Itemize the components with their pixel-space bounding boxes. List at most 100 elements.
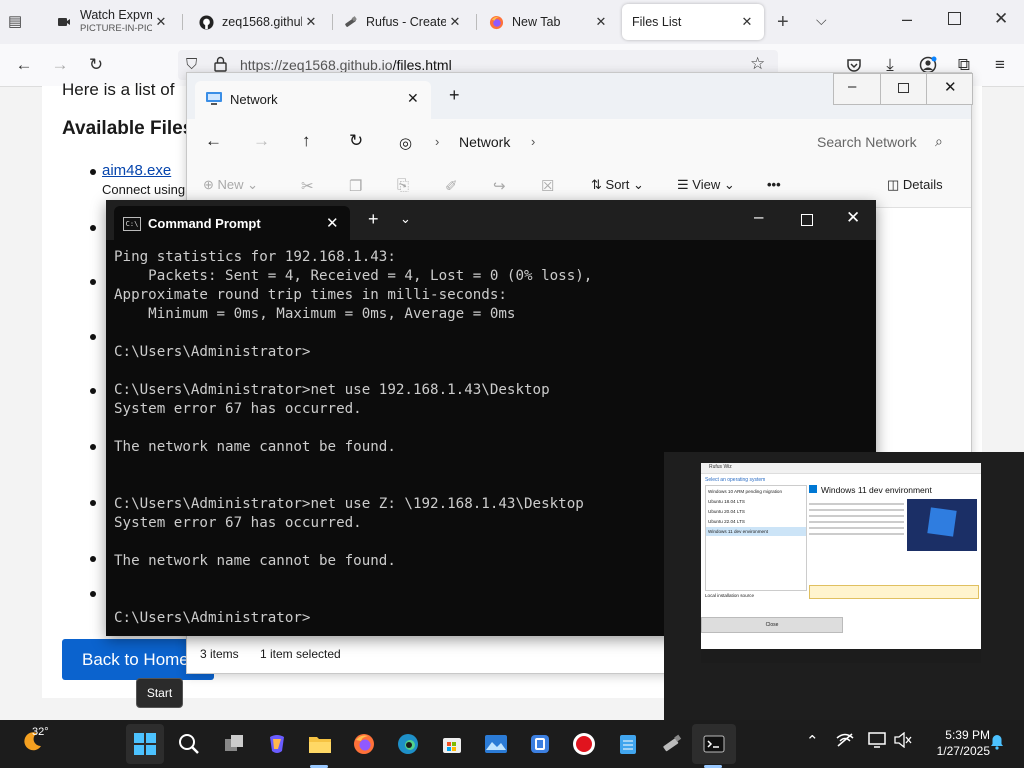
file-link-aim48[interactable]: aim48.exe <box>102 162 171 179</box>
back-arrow-icon[interactable]: ← <box>205 131 222 151</box>
windows-11-logo <box>927 507 957 537</box>
pip-os-list: Windows 10 ARM pending migration Ubuntu … <box>705 485 807 591</box>
close-window-icon[interactable]: ✕ <box>846 208 860 228</box>
close-tab-icon[interactable]: ✕ <box>326 214 339 232</box>
photos-icon[interactable] <box>482 730 510 758</box>
tab-title: New Tab <box>512 15 561 29</box>
search-input[interactable]: Search Network <box>817 134 917 150</box>
search-icon[interactable] <box>175 730 203 758</box>
tab-watch-video[interactable]: Watch Expvm3's PICTURE-IN-PICTURE ✕ <box>48 4 178 40</box>
close-tab-icon[interactable]: ✕ <box>152 14 170 30</box>
pip-video-frame: Rufus Wiz Select an operating system Win… <box>701 463 981 663</box>
back-arrow-icon[interactable]: ← <box>12 53 36 77</box>
delete-icon[interactable]: ☒ <box>541 177 554 195</box>
display-icon[interactable] <box>868 732 886 752</box>
terminal-output[interactable]: Ping statistics for 192.168.1.43: Packet… <box>114 248 592 628</box>
close-tab-icon[interactable]: ✕ <box>592 14 610 30</box>
bitwarden-icon[interactable] <box>526 730 554 758</box>
start-tooltip: Start <box>136 678 183 708</box>
maximize-icon[interactable] <box>801 214 813 226</box>
up-arrow-icon[interactable]: ↑ <box>302 131 311 151</box>
details-button[interactable]: ◫ Details <box>887 177 943 193</box>
clock-date: 1/27/2025 <box>936 744 990 758</box>
screen-recorder-icon[interactable] <box>570 730 598 758</box>
close-icon[interactable]: ✕ <box>944 78 957 96</box>
sort-label: Sort <box>605 177 630 192</box>
address-bar[interactable]: ◎ › Network › <box>389 127 777 157</box>
chevron-down-icon[interactable]: ⌄ <box>400 211 411 227</box>
browser-tab-bar: ▤ Watch Expvm3's PICTURE-IN-PICTURE ✕ ze… <box>0 0 1024 44</box>
chevron-right-icon: › <box>435 134 440 149</box>
edge-icon[interactable] <box>394 730 422 758</box>
copilot-icon[interactable] <box>263 730 291 758</box>
refresh-icon[interactable]: ↻ <box>349 131 363 151</box>
task-view-icon[interactable] <box>220 730 248 758</box>
start-button[interactable] <box>131 730 159 758</box>
maximize-icon[interactable] <box>898 83 909 93</box>
tab-title: Watch Expvm3's <box>80 9 152 22</box>
divider <box>926 74 927 104</box>
notification-bell-icon[interactable] <box>990 734 1004 754</box>
terminal-icon[interactable] <box>700 730 728 758</box>
network-disconnected-icon[interactable] <box>836 732 854 752</box>
menu-icon[interactable]: ≡ <box>988 53 1012 77</box>
new-button[interactable]: ⊕ New ⌄ <box>203 177 258 193</box>
tab-rufus[interactable]: Rufus - Create b ✕ <box>334 4 472 40</box>
window-controls: – ✕ <box>833 73 973 105</box>
volume-muted-icon[interactable] <box>894 731 912 752</box>
show-hidden-icons-chevron[interactable]: ⌃ <box>806 732 819 750</box>
file-link[interactable]: aim48.exe <box>102 162 171 179</box>
sort-button[interactable]: ⇅ Sort ⌄ <box>591 177 644 193</box>
firefox-icon[interactable] <box>350 730 378 758</box>
breadcrumb-network[interactable]: Network <box>459 134 510 150</box>
new-tab-button[interactable]: + <box>777 11 789 34</box>
explorer-tab-bar: Network ✕ + – ✕ <box>187 73 973 119</box>
video-icon <box>56 14 72 30</box>
new-tab-button[interactable]: + <box>368 209 379 230</box>
search-box[interactable]: Search Network ⌕ <box>803 127 963 157</box>
explorer-tab-network[interactable]: Network ✕ <box>195 81 431 119</box>
forward-arrow-icon[interactable]: → <box>253 131 270 151</box>
rufus-usb-icon[interactable] <box>658 730 686 758</box>
view-button[interactable]: ☰ View ⌄ <box>677 177 735 193</box>
pip-local-source: Local installation source <box>705 593 755 598</box>
rename-icon[interactable]: ✐ <box>445 177 458 195</box>
clock[interactable]: 5:39 PM 1/27/2025 <box>930 727 990 759</box>
tab-list-icon[interactable]: ▤ <box>8 12 30 32</box>
tab-files-list[interactable]: Files List ✕ <box>622 4 764 40</box>
tab-github[interactable]: zeq1568.github.i ✕ <box>190 4 328 40</box>
terminal-tab[interactable]: C:\ Command Prompt ✕ <box>114 206 350 240</box>
share-icon[interactable]: ↪ <box>493 177 506 195</box>
more-options-button[interactable]: ••• <box>767 177 781 192</box>
notepad-icon[interactable] <box>614 730 642 758</box>
pip-close-button: Close <box>701 617 843 633</box>
reload-icon[interactable]: ↻ <box>84 53 108 77</box>
new-tab-button[interactable]: + <box>449 85 460 106</box>
forward-arrow-icon[interactable]: → <box>48 53 72 77</box>
microsoft-store-icon[interactable] <box>438 730 466 758</box>
bookmark-star-icon[interactable]: ☆ <box>750 54 765 74</box>
windows-logo-icon <box>134 733 156 755</box>
copy-icon[interactable]: ❐ <box>349 177 362 195</box>
shield-icon[interactable]: ⛉ <box>186 56 197 73</box>
close-tab-icon[interactable]: ✕ <box>738 14 756 30</box>
weather-widget[interactable]: 32° <box>22 726 49 755</box>
minimize-icon[interactable]: – <box>848 78 856 95</box>
tab-new-tab[interactable]: New Tab ✕ <box>480 4 618 40</box>
chevron-right-icon[interactable]: › <box>531 134 535 149</box>
close-window-icon[interactable]: ✕ <box>994 9 1008 29</box>
pip-description <box>809 499 904 579</box>
divider <box>880 74 881 104</box>
close-tab-icon[interactable]: ✕ <box>446 14 464 30</box>
minimize-icon[interactable]: – <box>754 207 763 227</box>
url-text[interactable]: https://zeq1568.github.io/files.html <box>240 57 452 73</box>
file-explorer-icon[interactable] <box>306 730 334 758</box>
picture-in-picture-window[interactable]: Rufus Wiz Select an operating system Win… <box>664 452 1024 720</box>
paste-icon[interactable]: ⎘ <box>397 177 409 194</box>
list-all-tabs-icon[interactable]: ⌵ <box>816 12 827 29</box>
cut-icon[interactable]: ✂ <box>301 177 314 195</box>
close-tab-icon[interactable]: ✕ <box>302 14 320 30</box>
restore-icon[interactable] <box>948 12 961 25</box>
close-tab-icon[interactable]: ✕ <box>407 90 419 107</box>
minimize-icon[interactable]: – <box>902 9 912 30</box>
